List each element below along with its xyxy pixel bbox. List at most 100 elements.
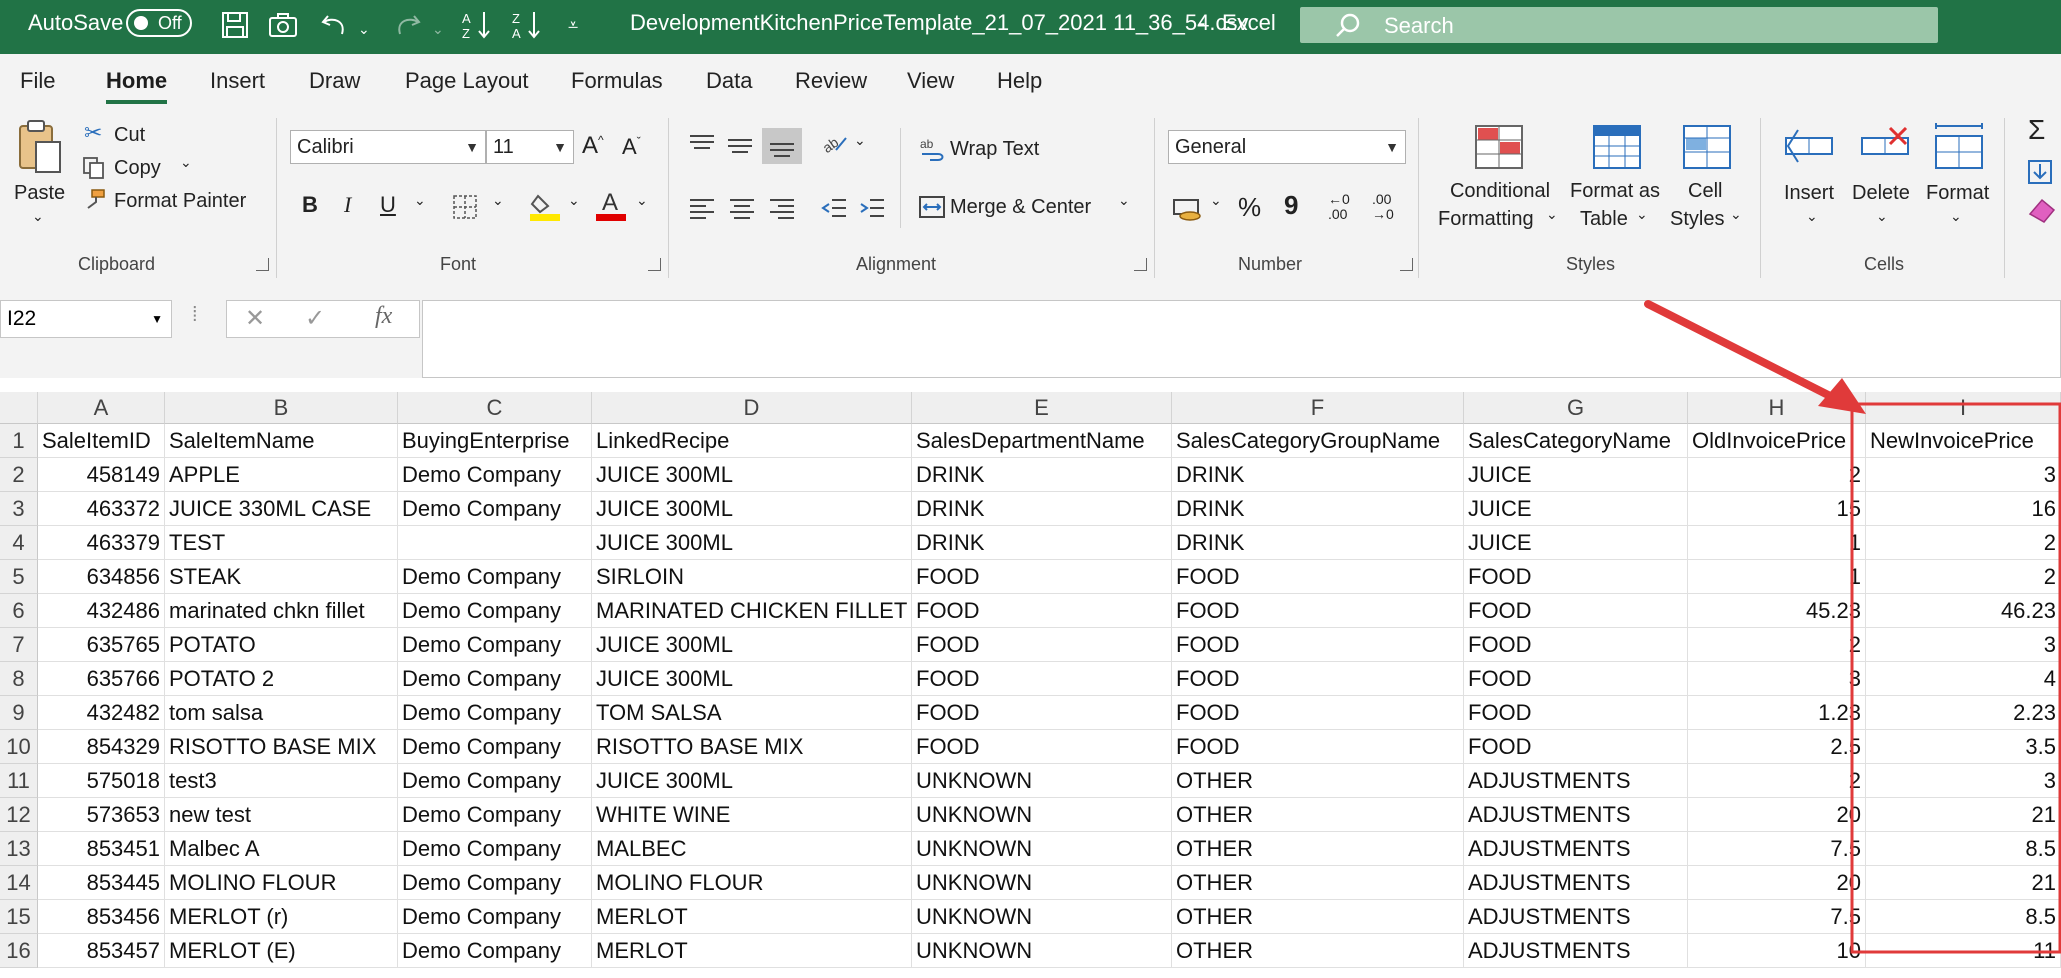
name-box[interactable]: I22 ▼: [0, 300, 172, 338]
camera-icon[interactable]: [266, 8, 300, 42]
table-cell[interactable]: JUICE 300ML: [592, 458, 912, 492]
table-cell[interactable]: 15: [1688, 492, 1866, 526]
fill-color-dropdown-icon[interactable]: ⌄: [568, 192, 580, 209]
tab-insert[interactable]: Insert: [210, 68, 265, 94]
format-as-table-label-2[interactable]: Table: [1580, 208, 1628, 231]
alignment-launcher-icon[interactable]: [1134, 258, 1147, 271]
undo-dropdown-icon[interactable]: ⌄: [358, 17, 370, 41]
table-cell[interactable]: marinated chkn fillet: [165, 594, 398, 628]
row-header[interactable]: 6: [0, 594, 38, 628]
column-header-a[interactable]: A: [38, 392, 165, 424]
header-cell[interactable]: LinkedRecipe: [592, 424, 912, 458]
table-cell[interactable]: APPLE: [165, 458, 398, 492]
table-cell[interactable]: FOOD: [1464, 662, 1688, 696]
table-cell[interactable]: MERLOT: [592, 934, 912, 968]
table-cell[interactable]: DRINK: [1172, 492, 1464, 526]
table-cell[interactable]: OTHER: [1172, 764, 1464, 798]
paste-label[interactable]: Paste: [14, 182, 65, 205]
borders-icon[interactable]: [452, 194, 478, 220]
wrap-text-icon[interactable]: ab: [918, 136, 946, 162]
tab-file[interactable]: File: [20, 68, 55, 94]
row-header[interactable]: 13: [0, 832, 38, 866]
table-cell[interactable]: MARINATED CHICKEN FILLET: [592, 594, 912, 628]
italic-button[interactable]: I: [344, 192, 351, 218]
table-cell[interactable]: DRINK: [1172, 458, 1464, 492]
accounting-format-icon[interactable]: [1172, 196, 1204, 222]
row-header[interactable]: 4: [0, 526, 38, 560]
merge-center-icon[interactable]: [918, 194, 946, 220]
column-header-i[interactable]: I: [1866, 392, 2061, 424]
paste-dropdown-icon[interactable]: ⌄: [32, 208, 44, 225]
table-cell[interactable]: 853451: [38, 832, 165, 866]
insert-cells-button[interactable]: Insert: [1784, 182, 1834, 205]
row-header[interactable]: 7: [0, 628, 38, 662]
table-cell[interactable]: MERLOT: [592, 900, 912, 934]
column-header-c[interactable]: C: [398, 392, 592, 424]
table-cell[interactable]: UNKNOWN: [912, 900, 1172, 934]
align-top-icon[interactable]: [688, 132, 716, 156]
align-right-icon[interactable]: [768, 196, 796, 220]
table-cell[interactable]: FOOD: [1172, 696, 1464, 730]
customize-toolbar-icon[interactable]: ⩡: [568, 13, 578, 37]
table-cell[interactable]: JUICE 330ML CASE: [165, 492, 398, 526]
fill-color-icon[interactable]: [530, 190, 560, 222]
select-all-corner[interactable]: [0, 392, 38, 424]
delete-cells-button[interactable]: Delete: [1852, 182, 1910, 205]
column-header-h[interactable]: H: [1688, 392, 1866, 424]
table-cell[interactable]: 2.5: [1688, 730, 1866, 764]
table-cell[interactable]: Demo Company: [398, 458, 592, 492]
font-family-select[interactable]: Calibri ▼: [290, 130, 486, 164]
table-cell[interactable]: 3: [1688, 662, 1866, 696]
table-cell[interactable]: FOOD: [912, 594, 1172, 628]
table-cell[interactable]: 2: [1688, 764, 1866, 798]
column-header-d[interactable]: D: [592, 392, 912, 424]
table-cell[interactable]: UNKNOWN: [912, 798, 1172, 832]
table-cell[interactable]: TEST: [165, 526, 398, 560]
redo-icon[interactable]: [390, 8, 424, 42]
table-cell[interactable]: MOLINO FLOUR: [592, 866, 912, 900]
table-cell[interactable]: FOOD: [1464, 560, 1688, 594]
row-header[interactable]: 10: [0, 730, 38, 764]
table-cell[interactable]: JUICE 300ML: [592, 764, 912, 798]
number-launcher-icon[interactable]: [1400, 258, 1413, 271]
table-cell[interactable]: MERLOT (r): [165, 900, 398, 934]
table-cell[interactable]: JUICE 300ML: [592, 492, 912, 526]
increase-indent-icon[interactable]: [858, 196, 886, 220]
table-cell[interactable]: 2: [1866, 560, 2061, 594]
table-cell[interactable]: Malbec A: [165, 832, 398, 866]
row-header[interactable]: 12: [0, 798, 38, 832]
table-cell[interactable]: 635766: [38, 662, 165, 696]
row-header[interactable]: 16: [0, 934, 38, 968]
table-cell[interactable]: Demo Company: [398, 730, 592, 764]
table-cell[interactable]: JUICE: [1464, 492, 1688, 526]
tab-help[interactable]: Help: [997, 68, 1042, 94]
row-header[interactable]: 14: [0, 866, 38, 900]
accounting-dropdown-icon[interactable]: ⌄: [1210, 192, 1222, 209]
table-cell[interactable]: 45.23: [1688, 594, 1866, 628]
row-header[interactable]: 9: [0, 696, 38, 730]
header-cell[interactable]: OldInvoicePrice: [1688, 424, 1866, 458]
table-cell[interactable]: new test: [165, 798, 398, 832]
table-cell[interactable]: SIRLOIN: [592, 560, 912, 594]
table-cell[interactable]: UNKNOWN: [912, 866, 1172, 900]
table-cell[interactable]: OTHER: [1172, 832, 1464, 866]
table-cell[interactable]: FOOD: [912, 730, 1172, 764]
table-cell[interactable]: Demo Company: [398, 798, 592, 832]
format-painter-button[interactable]: Format Painter: [114, 190, 246, 213]
table-cell[interactable]: FOOD: [1464, 594, 1688, 628]
table-cell[interactable]: 853445: [38, 866, 165, 900]
table-cell[interactable]: 2: [1688, 628, 1866, 662]
percent-button[interactable]: %: [1238, 192, 1261, 223]
underline-dropdown-icon[interactable]: ⌄: [414, 192, 426, 209]
header-cell[interactable]: SalesCategoryName: [1464, 424, 1688, 458]
formula-input[interactable]: [422, 300, 2061, 378]
table-cell[interactable]: 1.23: [1688, 696, 1866, 730]
table-cell[interactable]: FOOD: [912, 560, 1172, 594]
table-cell[interactable]: 16: [1866, 492, 2061, 526]
decrease-indent-icon[interactable]: [820, 196, 848, 220]
table-cell[interactable]: JUICE: [1464, 458, 1688, 492]
table-cell[interactable]: 4: [1866, 662, 2061, 696]
table-cell[interactable]: Demo Company: [398, 560, 592, 594]
table-cell[interactable]: FOOD: [1172, 594, 1464, 628]
table-cell[interactable]: 20: [1688, 798, 1866, 832]
